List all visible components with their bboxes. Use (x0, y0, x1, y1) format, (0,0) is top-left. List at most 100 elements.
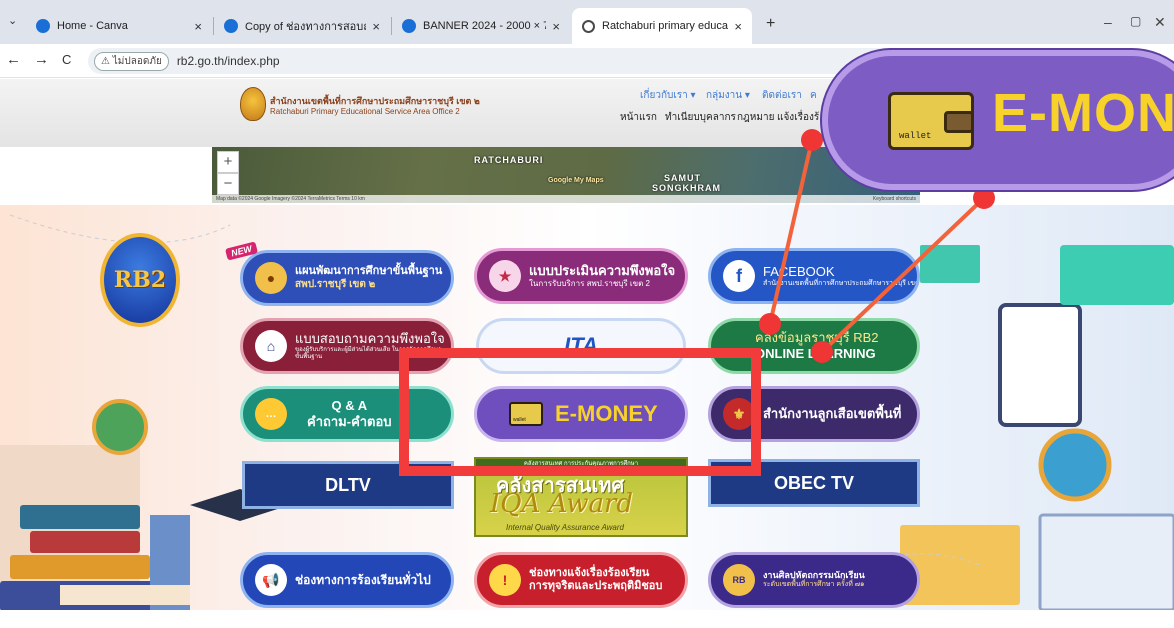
scout-office-line1: สำนักงานลูกเสือเขตพื้นที่ (763, 406, 902, 422)
corruption-report-line2: การทุจริตและประพฤติมิชอบ (529, 580, 663, 592)
tab-banner-canva[interactable]: BANNER 2024 - 2000 × 700px × (392, 8, 570, 44)
wallet-icon: wallet (888, 92, 974, 150)
org-name-th[interactable]: สำนักงานเขตพื้นที่การศึกษาประถมศึกษาราชบ… (270, 94, 480, 108)
org-seal-icon[interactable] (240, 87, 266, 121)
satisfaction-survey-text: แบบประเมินความพึงพอใจ ในการรับบริการ สพป… (529, 263, 675, 288)
award-ribbon-icon: ★ (489, 260, 521, 292)
map-zoom-out-button[interactable]: − (217, 173, 239, 195)
rb2-logo[interactable]: RB2 (100, 233, 180, 327)
tab-title: Ratchaburi primary education s (602, 20, 728, 32)
close-window-button[interactable]: ✕ (1154, 14, 1166, 31)
forward-button[interactable]: → (34, 51, 49, 68)
reload-button[interactable]: C (62, 52, 71, 67)
iqa-title: IQA Award (490, 489, 634, 519)
education-plan-text: แผนพัฒนาการศึกษาขั้นพื้นฐาน สพป.ราชบุรี … (295, 265, 442, 290)
facebook-button[interactable]: f FACEBOOK สำนักงานเขตพื้นที่การศึกษาประ… (708, 248, 920, 304)
online-learning-line1: คลังข้อมูลราชบุรี RB2 (755, 330, 879, 346)
embedded-map[interactable]: + − RATCHABURI Google My Maps SAMUT SONG… (212, 147, 920, 203)
map-label-samut: SAMUT (664, 173, 701, 183)
corruption-report-button[interactable]: ! ช่องทางแจ้งเรื่องร้องเรียน การทุจริตแล… (474, 552, 688, 608)
satisfaction-survey-line1: แบบประเมินความพึงพอใจ (529, 263, 676, 279)
online-learning-text: คลังข้อมูลราชบุรี RB2 ONLINE LEARNING (755, 330, 878, 361)
corruption-report-text: ช่องทางแจ้งเรื่องร้องเรียน การทุจริตและป… (529, 567, 662, 593)
education-plan-line2: สพป.ราชบุรี เขต ๒ (295, 278, 376, 290)
e-money-zoom-callout: wallet E-MON (822, 50, 1174, 190)
qa-line2: คำถาม-คำตอบ (307, 414, 392, 429)
tab-search-chevron-icon[interactable]: ⌄ (8, 14, 17, 27)
dltv-label: DLTV (325, 474, 371, 495)
art-competition-button[interactable]: RB งานศิลปหัตถกรรมนักเรียน ระดับเขตพื้นท… (708, 552, 920, 608)
education-plan-button[interactable]: ● แผนพัฒนาการศึกษาขั้นพื้นฐาน สพป.ราชบุร… (240, 250, 454, 306)
page-bottom (0, 610, 1174, 628)
scout-office-text: สำนักงานลูกเสือเขตพื้นที่ (763, 406, 901, 422)
questionnaire-line1: แบบสอบถามความพึงพอใจ (295, 331, 445, 347)
canva-icon (36, 19, 50, 33)
globe-icon (582, 19, 595, 33)
satisfaction-survey-line2: ในการรับบริการ สพป.ราชบุรี เขต 2 (529, 279, 650, 288)
art-competition-line1: งานศิลปหัตถกรรมนักเรียน (763, 570, 865, 581)
tab-close-icon[interactable]: × (734, 19, 742, 34)
org-name-en: Ratchaburi Primary Educational Service A… (270, 107, 460, 116)
menu-staff[interactable]: ทำเนียบบุคลากร (665, 110, 736, 125)
menu-contact[interactable]: ติดต่อเรา (762, 88, 802, 103)
facebook-line1: FACEBOOK (763, 264, 835, 279)
screen: ⌄ Home - Canva × Copy of ช่องทางการสอบถา… (0, 0, 1174, 628)
government-building-icon: ⌂ (255, 330, 287, 362)
facebook-line2: สำนักงานเขตพื้นที่การศึกษาประถมศึกษาราชบ… (763, 279, 920, 287)
art-competition-text: งานศิลปหัตถกรรมนักเรียน ระดับเขตพื้นที่ก… (763, 570, 865, 589)
restore-button[interactable]: ▢ (1130, 14, 1141, 28)
map-attribution: Map data ©2024 Google Imagery ©2024 Terr… (212, 195, 920, 203)
tab-strip: ⌄ Home - Canva × Copy of ช่องทางการสอบถา… (0, 0, 1174, 44)
satisfaction-survey-button[interactable]: ★ แบบประเมินความพึงพอใจ ในการรับบริการ ส… (474, 248, 688, 304)
map-shortcuts-link[interactable]: Keyboard shortcuts (873, 195, 916, 203)
tab-home-canva[interactable]: Home - Canva × (26, 8, 212, 44)
wallet-label: wallet (899, 131, 932, 141)
education-plan-line1: แผนพัฒนาการศึกษาขั้นพื้นฐาน (295, 265, 443, 278)
qa-line1: Q & A (331, 398, 368, 414)
canva-icon (402, 19, 416, 33)
corruption-report-line1: ช่องทางแจ้งเรื่องร้องเรียน (529, 566, 650, 579)
facebook-icon: f (723, 260, 755, 292)
map-label-songkhram: SONGKHRAM (652, 183, 721, 193)
map-brand-label: Google My Maps (548, 177, 604, 184)
seal-icon: ● (255, 262, 287, 294)
tab-title: Home - Canva (57, 20, 128, 32)
new-tab-button[interactable]: + (766, 15, 775, 33)
tab-title: Copy of ช่องทางการสอบถามข้อมูล (245, 21, 366, 33)
online-learning-line2: ONLINE LEARNING (755, 346, 876, 361)
wallet-strap (944, 111, 974, 133)
not-secure-badge[interactable]: ⚠ ไม่ปลอดภัย (94, 51, 169, 71)
rb2-logo-text: RB2 (113, 267, 167, 293)
art-competition-line2: ระดับเขตพื้นที่การศึกษา ครั้งที่ ๗๑ (763, 581, 865, 589)
megaphone-icon: ! (489, 564, 521, 596)
minimize-button[interactable]: – (1104, 14, 1112, 30)
map-attribution-text: Map data ©2024 Google Imagery ©2024 Terr… (216, 196, 365, 202)
tab-close-icon[interactable]: × (194, 19, 202, 34)
chat-bubble-icon: … (255, 398, 287, 430)
tab-close-icon[interactable]: × (552, 19, 560, 34)
map-label-ratchaburi: RATCHABURI (474, 155, 544, 165)
obec-tv-label: OBEC TV (773, 472, 854, 493)
callout-label: E-MON (992, 83, 1174, 143)
menu-groups[interactable]: กลุ่มงาน ▾ (706, 88, 750, 103)
rb2-seal-icon: RB (723, 564, 755, 596)
menu-home[interactable]: หน้าแรก (620, 110, 657, 125)
tab-title: BANNER 2024 - 2000 × 700px (423, 20, 547, 32)
tab-close-icon[interactable]: × (372, 19, 380, 34)
qa-text: Q & A คำถาม-คำตอบ (307, 398, 392, 429)
facebook-text: FACEBOOK สำนักงานเขตพื้นที่การศึกษาประถม… (763, 264, 920, 288)
complaint-channel-line1: ช่องทางการร้องเรียนทั่วไป (295, 572, 431, 587)
complaint-channel-text: ช่องทางการร้องเรียนทั่วไป (295, 573, 431, 587)
tab-copy-canva[interactable]: Copy of ช่องทางการสอบถามข้อมูล × (214, 8, 390, 44)
menu-more[interactable]: ค (810, 88, 817, 103)
menu-about[interactable]: เกี่ยวกับเรา ▾ (640, 88, 696, 103)
menu-law[interactable]: กฎหมาย (737, 110, 774, 125)
complaint-channel-button[interactable]: 📢 ช่องทางการร้องเรียนทั่วไป (240, 552, 454, 608)
canva-icon (224, 19, 238, 33)
e-money-highlight-box (399, 348, 761, 476)
back-button[interactable]: ← (6, 51, 21, 68)
map-zoom-in-button[interactable]: + (217, 151, 239, 173)
tab-ratchaburi[interactable]: Ratchaburi primary education s × (572, 8, 752, 44)
url-text: rb2.go.th/index.php (176, 54, 280, 68)
megaphone-icon: 📢 (255, 564, 287, 596)
